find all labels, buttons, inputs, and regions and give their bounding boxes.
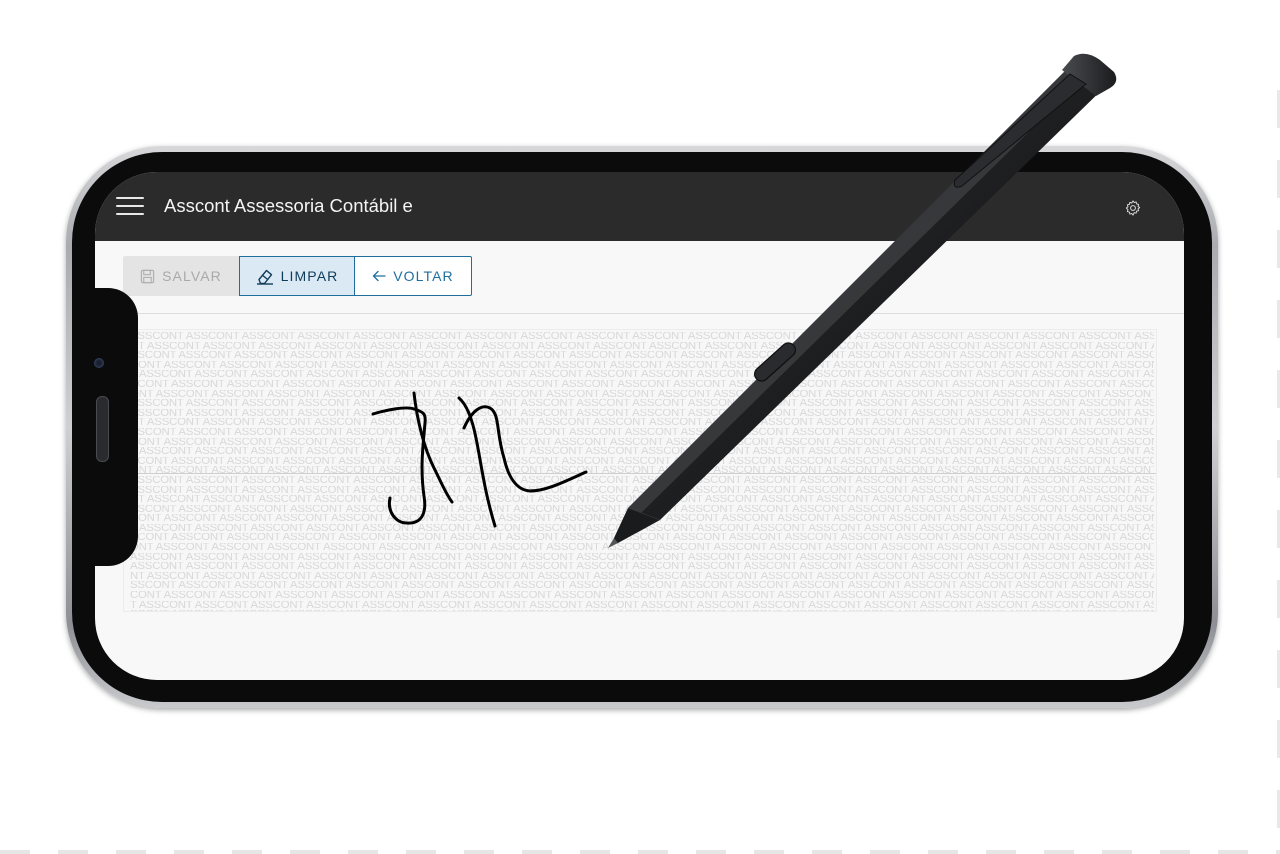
arrow-left-icon bbox=[373, 270, 386, 282]
eraser-icon bbox=[256, 269, 273, 285]
floppy-disk-icon bbox=[140, 269, 155, 283]
signature-pad[interactable]: ASSCONT ASSCONT ASSCONT ASSCONT ASSCONT … bbox=[123, 329, 1157, 612]
signature-toolbar: SALVAR LIMPAR VOLTAR bbox=[123, 256, 472, 298]
toolbar-divider bbox=[95, 313, 1184, 314]
bottom-dashed-strip bbox=[0, 850, 1280, 854]
gear-icon[interactable] bbox=[1124, 199, 1142, 217]
app-title: Asscont Assessoria Contábil e bbox=[164, 195, 413, 216]
front-camera bbox=[94, 358, 104, 368]
hamburger-menu-icon[interactable] bbox=[116, 195, 144, 217]
back-button[interactable]: VOLTAR bbox=[354, 256, 472, 296]
app-header: Asscont Assessoria Contábil e bbox=[95, 172, 1184, 241]
clear-button-label: LIMPAR bbox=[280, 268, 339, 284]
clear-button[interactable]: LIMPAR bbox=[239, 256, 354, 296]
earpiece-speaker bbox=[96, 396, 109, 462]
save-button-label: SALVAR bbox=[162, 268, 222, 284]
signature-stroke bbox=[371, 391, 588, 528]
back-button-label: VOLTAR bbox=[393, 268, 454, 284]
save-button[interactable]: SALVAR bbox=[123, 256, 239, 296]
phone-screen: Asscont Assessoria Contábil e SALVAR LIM… bbox=[95, 172, 1184, 680]
